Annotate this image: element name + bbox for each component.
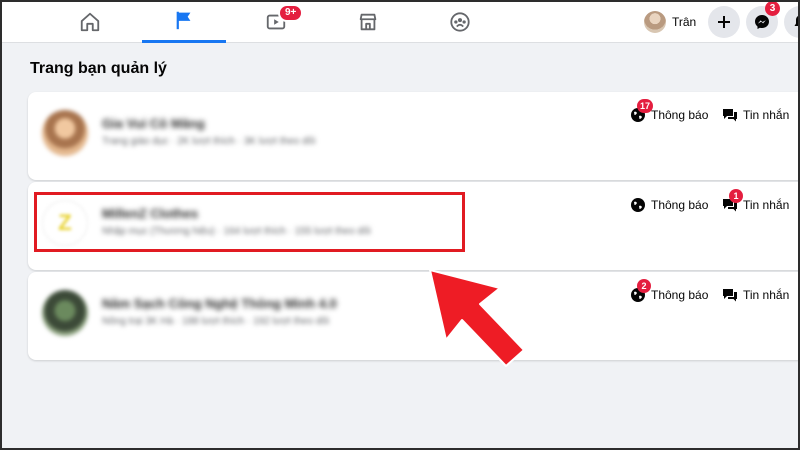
messenger-badge: 3 (765, 1, 780, 16)
notifications-button[interactable] (784, 6, 800, 38)
top-navigation-bar: 9+ Trân 3 (0, 0, 800, 43)
notifications-label: Thông báo (651, 198, 709, 212)
plus-icon (718, 16, 730, 28)
tab-watch[interactable]: 9+ (234, 0, 318, 43)
messages-link[interactable]: Tin nhắn (722, 104, 789, 126)
page-avatar (42, 110, 88, 156)
globe-icon (631, 198, 645, 212)
page-card[interactable]: Z MillenZ Clothes Nhập mục (Thương hiệu)… (28, 182, 800, 270)
page-card[interactable]: Gia Vui Cô Măng Trang giáo dục · 2K lượt… (28, 92, 800, 180)
logo-letter: Z (58, 210, 72, 235)
watch-badge: 9+ (278, 4, 304, 22)
flag-icon (176, 11, 191, 30)
notifications-link[interactable]: 2 Thông báo (630, 279, 709, 306)
messenger-icon (755, 15, 769, 29)
tab-marketplace[interactable] (326, 0, 410, 43)
page-meta: Nông trại 3K Hà · 188 lượt thích · 192 l… (102, 316, 330, 327)
chat-icon (723, 109, 737, 122)
notification-badge: 17 (637, 99, 654, 113)
notifications-link[interactable]: Thông báo (630, 194, 708, 216)
messages-label: Tin nhắn (743, 198, 790, 212)
tab-groups[interactable] (418, 0, 502, 43)
chat-icon (723, 289, 737, 302)
home-icon (80, 12, 100, 31)
page-name: Nâm Sạch Công Nghệ Thông Minh 4.0 (102, 296, 337, 311)
messages-link[interactable]: 1 Tin nhắn (722, 189, 790, 216)
notifications-link[interactable]: 17 Thông báo (630, 99, 709, 126)
message-badge: 1 (729, 189, 743, 203)
tab-pages[interactable] (142, 0, 226, 43)
messages-label: Tin nhắn (743, 288, 790, 302)
page-meta: Trang giáo dục · 2K lượt thích · 3K lượt… (102, 136, 316, 147)
messages-link[interactable]: Tin nhắn (722, 284, 789, 306)
notification-badge: 2 (637, 279, 651, 293)
profile-name: Trân (672, 15, 697, 29)
page-title: Trang bạn quản lý (30, 60, 167, 77)
notifications-label: Thông báo (651, 108, 709, 122)
notifications-label: Thông báo (651, 288, 709, 302)
avatar (644, 11, 666, 33)
messages-label: Tin nhắn (743, 108, 790, 122)
page-card[interactable]: Nâm Sạch Công Nghệ Thông Minh 4.0 Nông t… (28, 272, 800, 360)
page-avatar (42, 290, 88, 336)
pointer-arrow-icon (429, 269, 525, 367)
page-avatar: Z (42, 200, 88, 246)
bell-icon (794, 15, 800, 29)
profile-button[interactable]: Trân (641, 6, 702, 38)
create-button[interactable] (708, 6, 740, 38)
messenger-button[interactable]: 3 (746, 1, 780, 38)
groups-icon (450, 11, 470, 32)
page-name: Gia Vui Cô Măng (102, 116, 205, 131)
page-meta: Nhập mục (Thương hiệu) · 164 lượt thích … (102, 226, 371, 237)
tab-home[interactable] (48, 0, 132, 43)
page-name: MillenZ Clothes (102, 206, 199, 221)
store-icon (359, 13, 377, 30)
